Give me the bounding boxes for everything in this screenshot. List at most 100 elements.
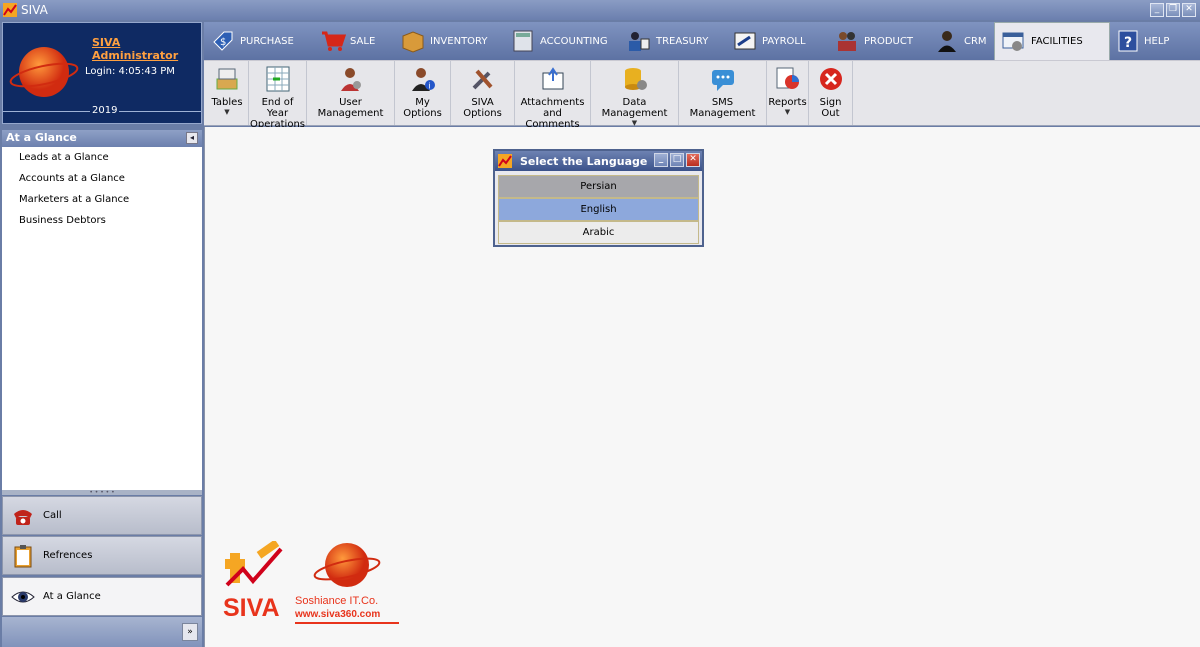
siva-globe-logo xyxy=(9,47,79,97)
ribbon-label: SMS Management xyxy=(689,97,756,119)
my-options-button[interactable]: i My Options xyxy=(395,61,451,125)
siva-app-icon xyxy=(498,154,512,168)
collapse-panel-button[interactable]: ◂ xyxy=(186,132,198,144)
ribbon-label: My Options xyxy=(403,97,442,119)
svg-text:$: $ xyxy=(220,37,226,48)
svg-text:i: i xyxy=(428,82,430,91)
ribbon-label: User Management xyxy=(317,97,384,119)
nav-refrences-button[interactable]: Refrences xyxy=(2,536,202,575)
help-icon: ? xyxy=(1116,28,1140,54)
cart-icon xyxy=(320,28,346,54)
panel-splitter[interactable]: • • • • • xyxy=(2,490,202,496)
attachments-and-comments-button[interactable]: Attachments and Comments xyxy=(515,61,591,130)
ribbon-label: Tables xyxy=(211,97,243,108)
tab-crm[interactable]: CRM xyxy=(928,22,994,60)
paycheck-icon xyxy=(732,28,758,54)
tab-sale[interactable]: SALE xyxy=(314,22,394,60)
tab-label: SALE xyxy=(350,35,376,47)
admin-link[interactable]: SIVA Administrator xyxy=(92,36,201,62)
year-label: 2019 xyxy=(90,105,120,116)
ribbon-label: SIVA Options xyxy=(463,97,502,119)
footer-url: www.siva360.com xyxy=(295,609,381,620)
at-a-glance-header: At a Glance ◂ xyxy=(2,130,202,147)
user-info-icon: i xyxy=(409,65,437,93)
nav-at-a-glance-button[interactable]: At a Glance xyxy=(2,577,202,616)
data-management-button[interactable]: Data Management ▼ xyxy=(591,61,679,127)
ribbon-label: End of Year Operations xyxy=(250,97,305,130)
close-button[interactable]: ✕ xyxy=(1182,3,1196,17)
sign-out-button[interactable]: Sign Out xyxy=(809,61,853,125)
window-title: SIVA xyxy=(21,3,48,17)
siva-app-icon xyxy=(3,3,17,17)
siva-options-button[interactable]: SIVA Options xyxy=(451,61,515,125)
sms-icon xyxy=(709,65,737,93)
tables-button[interactable]: Tables ▼ xyxy=(206,61,249,125)
facilities-ribbon: Tables ▼ End of Year Operations User Manage… xyxy=(204,60,1200,130)
dropdown-arrow-icon: ▼ xyxy=(784,108,791,116)
dialog-maximize-button[interactable]: □ xyxy=(670,153,684,167)
phone-icon xyxy=(11,504,35,528)
restore-button[interactable]: ❐ xyxy=(1166,3,1180,17)
ribbon-label: Sign Out xyxy=(819,97,842,119)
box-icon xyxy=(400,28,426,54)
tab-help[interactable]: ? HELP xyxy=(1110,22,1170,60)
minimize-button[interactable]: _ xyxy=(1150,3,1164,17)
dialog-close-button[interactable]: ✕ xyxy=(686,153,700,167)
glance-item[interactable]: Business Debtors xyxy=(2,210,202,231)
end-of-year-operations-button[interactable]: End of Year Operations xyxy=(249,61,307,130)
at-a-glance-list: Leads at a Glance Accounts at a Glance Mar… xyxy=(2,147,202,490)
tab-label: PURCHASE xyxy=(240,35,294,47)
dropdown-arrow-icon: ▼ xyxy=(224,108,230,116)
spreadsheet-icon xyxy=(264,65,292,93)
tab-label: PAYROLL xyxy=(762,35,806,47)
ribbon-label: Reports xyxy=(768,97,807,108)
user-management-button[interactable]: User Management xyxy=(307,61,395,125)
sms-management-button[interactable]: SMS Management xyxy=(679,61,767,125)
tab-purchase[interactable]: $ PURCHASE xyxy=(204,22,314,60)
dialog-title-bar[interactable]: Select the Language _ □ ✕ xyxy=(495,151,702,171)
glance-item[interactable]: Accounts at a Glance xyxy=(2,168,202,189)
glance-item[interactable]: Leads at a Glance xyxy=(2,147,202,168)
siva-globe-logo xyxy=(313,543,381,587)
more-options-button[interactable]: » xyxy=(182,623,198,641)
ribbon-label: Attachments and Comments xyxy=(520,97,585,130)
tab-treasury[interactable]: TREASURY xyxy=(620,22,726,60)
attachment-icon xyxy=(539,65,567,93)
people-icon xyxy=(834,28,860,54)
glance-item[interactable]: Marketers at a Glance xyxy=(2,189,202,210)
nav-label: At a Glance xyxy=(43,591,101,602)
nav-call-button[interactable]: Call xyxy=(2,496,202,535)
footer-underline xyxy=(295,622,399,624)
language-option-persian[interactable]: Persian xyxy=(498,175,699,198)
tab-label: INVENTORY xyxy=(430,35,488,47)
siva-chart-logo-icon xyxy=(225,541,283,587)
dialog-title: Select the Language xyxy=(520,154,648,168)
tab-label: HELP xyxy=(1144,35,1170,47)
gear-window-icon xyxy=(1001,29,1027,55)
footer-company: Soshiance IT.Co. xyxy=(295,595,379,607)
tab-label: ACCOUNTING xyxy=(540,35,608,47)
reports-button[interactable]: Reports ▼ xyxy=(767,61,809,125)
language-option-english[interactable]: English xyxy=(498,198,699,221)
nav-label: Refrences xyxy=(43,550,93,561)
calculator-icon xyxy=(510,28,536,54)
language-option-arabic[interactable]: Arabic xyxy=(498,221,699,244)
dialog-minimize-button[interactable]: _ xyxy=(654,153,668,167)
title-bar: SIVA _ ❐ ✕ xyxy=(0,0,1200,20)
tab-accounting[interactable]: ACCOUNTING xyxy=(504,22,620,60)
users-icon xyxy=(626,28,652,54)
reports-icon xyxy=(774,65,802,93)
login-time: Login: 4:05:43 PM xyxy=(85,66,175,77)
tab-payroll[interactable]: PAYROLL xyxy=(726,22,828,60)
user-icon xyxy=(934,28,960,54)
siva-footer-logo: SIVA Soshiance IT.Co. www.siva360.com xyxy=(223,541,403,624)
tab-inventory[interactable]: INVENTORY xyxy=(394,22,504,60)
eye-icon xyxy=(11,585,35,609)
dropdown-arrow-icon: ▼ xyxy=(631,119,638,127)
tools-icon xyxy=(469,65,497,93)
language-dialog: Select the Language _ □ ✕ Persian Englis… xyxy=(493,149,704,247)
tab-facilities[interactable]: FACILITIES xyxy=(994,22,1110,60)
module-tabs: $ PURCHASE SALE INVENTORY ACCOUNTING TREASURY… xyxy=(204,22,1200,60)
svg-text:?: ? xyxy=(1124,35,1132,51)
tab-product[interactable]: PRODUCT xyxy=(828,22,928,60)
